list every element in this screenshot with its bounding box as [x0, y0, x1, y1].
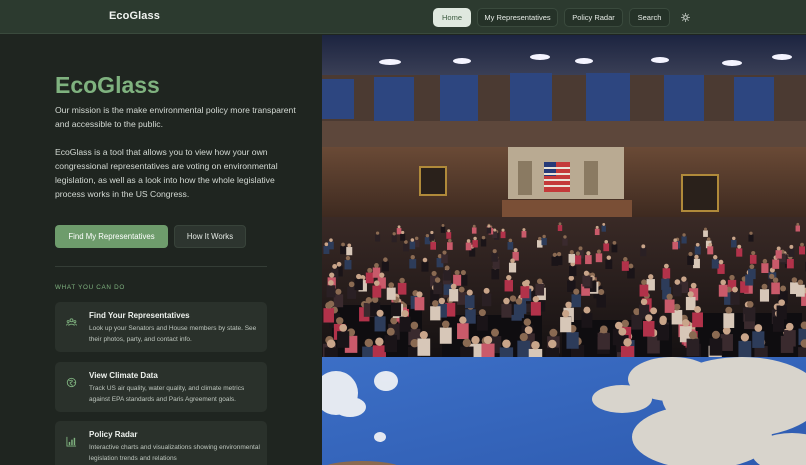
nav-search-button[interactable]: Search: [629, 8, 670, 27]
find-my-representatives-button[interactable]: Find My Representatives: [55, 225, 168, 248]
globe-icon: [66, 377, 77, 388]
description-text: EcoGlass is a tool that allows you to vi…: [55, 147, 278, 199]
theme-toggle-button[interactable]: [676, 8, 694, 27]
feature-card-title: View Climate Data: [89, 371, 158, 380]
hero-panel: EcoGlass Our mission is the make environ…: [0, 35, 322, 465]
features-section-label: WHAT YOU CAN DO: [55, 284, 125, 291]
nav-policy-radar-button[interactable]: Policy Radar: [564, 8, 623, 27]
feature-card-climate-data[interactable]: View Climate Data Track US air quality, …: [55, 362, 267, 412]
people-icon: [66, 317, 77, 328]
feature-card-description: Look up your Senators and House members …: [89, 325, 257, 343]
nav-my-representatives-button[interactable]: My Representatives: [477, 8, 558, 27]
feature-card-title: Policy Radar: [89, 430, 138, 439]
hero-title: EcoGlass: [55, 72, 160, 98]
top-nav: EcoGlass Home My Representatives Policy …: [0, 0, 806, 34]
house-chamber-photo: [322, 35, 806, 357]
feature-card-title: Find Your Representatives: [89, 311, 190, 320]
sky-clouds-photo: [322, 357, 806, 465]
feature-card-description: Track US air quality, water quality, and…: [89, 385, 245, 403]
bar-chart-icon: [66, 436, 77, 447]
nav-home-button[interactable]: Home: [433, 8, 471, 27]
feature-card-description: Interactive charts and visualizations sh…: [89, 444, 260, 462]
brand-logo-text[interactable]: EcoGlass: [109, 10, 160, 22]
how-it-works-button[interactable]: How It Works: [174, 225, 246, 248]
feature-card-policy-radar[interactable]: Policy Radar Interactive charts and visu…: [55, 421, 267, 465]
sun-icon: [680, 13, 690, 22]
mission-text: Our mission is the make environmental po…: [55, 105, 296, 129]
feature-card-find-representatives[interactable]: Find Your Representatives Look up your S…: [55, 302, 267, 352]
section-divider: [55, 266, 267, 267]
